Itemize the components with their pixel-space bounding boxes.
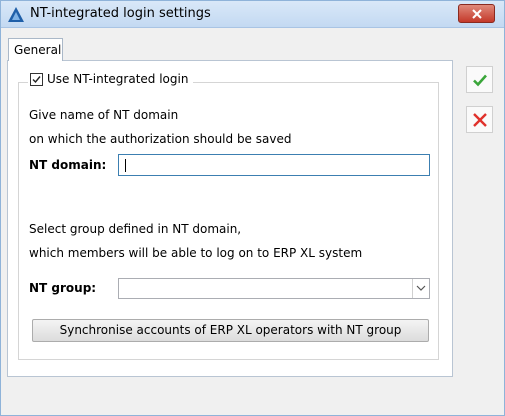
domain-description-line1: Give name of NT domain [29, 108, 179, 122]
use-nt-login-checkbox[interactable] [30, 72, 43, 86]
text-caret [125, 159, 126, 172]
chevron-down-icon [416, 285, 426, 291]
nt-group-dropdown-button[interactable] [412, 279, 429, 298]
window-title: NT-integrated login settings [30, 6, 211, 21]
checkmark-small-icon [32, 75, 41, 83]
domain-description-line2: on which the authorization should be sav… [29, 132, 292, 146]
checkmark-icon [473, 74, 487, 87]
nt-group-label: NT group: [29, 281, 97, 295]
group-description-line1: Select group defined in NT domain, [29, 222, 242, 236]
dialog-window: NT-integrated login settings General Use… [0, 0, 505, 416]
cancel-button[interactable] [466, 106, 493, 133]
use-nt-login-checkbox-row[interactable]: Use NT-integrated login [28, 70, 194, 88]
cancel-x-icon [473, 113, 487, 127]
app-logo-icon [8, 7, 24, 22]
close-button[interactable] [458, 4, 495, 23]
nt-group-select[interactable] [118, 278, 430, 299]
nt-domain-label: NT domain: [29, 158, 107, 172]
use-nt-login-label: Use NT-integrated login [47, 72, 189, 86]
group-description-line2: which members will be able to log on to … [29, 246, 363, 260]
nt-domain-input[interactable] [118, 154, 430, 176]
synchronise-accounts-button[interactable]: Synchronise accounts of ERP XL operators… [32, 319, 429, 342]
ok-button[interactable] [466, 66, 493, 93]
close-icon [472, 9, 482, 19]
title-bar[interactable]: NT-integrated login settings [1, 1, 504, 28]
tab-general[interactable]: General [8, 38, 63, 61]
